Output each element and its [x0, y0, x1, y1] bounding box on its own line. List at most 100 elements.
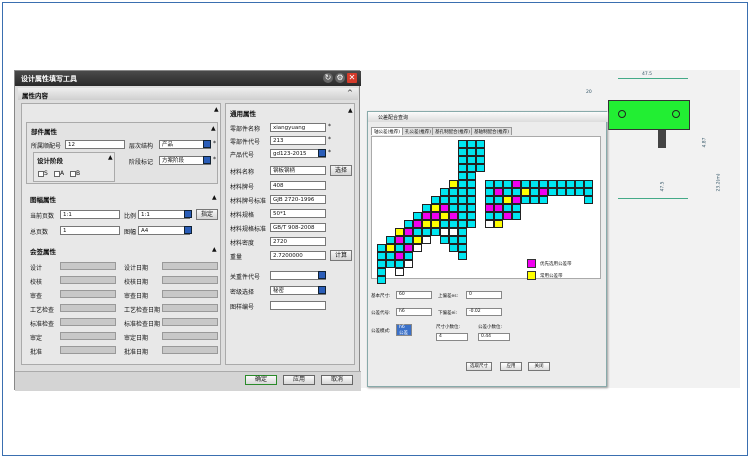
left-collapse-icon[interactable]: ▲ — [214, 106, 219, 113]
tolerance-cell[interactable] — [512, 212, 521, 220]
sign-date-field[interactable] — [162, 304, 218, 312]
grade-std-input[interactable]: GJB 2720-1996 — [270, 195, 326, 204]
sign-date-field[interactable] — [162, 276, 218, 284]
tolerance-cell[interactable] — [476, 140, 485, 148]
fit-apply-button[interactable]: 应用 — [500, 362, 522, 371]
gear-icon[interactable]: ⚙ — [335, 73, 345, 83]
tolerance-cell[interactable] — [422, 236, 431, 244]
drawing-collapse-icon[interactable]: ▲ — [212, 194, 217, 201]
tolerance-cell[interactable] — [449, 204, 458, 212]
tolerance-cell[interactable] — [431, 196, 440, 204]
tolerance-cell[interactable] — [377, 244, 386, 252]
tolerance-cell[interactable] — [440, 212, 449, 220]
tolerance-cell[interactable] — [431, 228, 440, 236]
tolerance-cell[interactable] — [431, 204, 440, 212]
tolerance-cell[interactable] — [413, 212, 422, 220]
tolerance-cell[interactable] — [467, 140, 476, 148]
tolerance-cell[interactable] — [584, 180, 593, 188]
apply-button[interactable]: 应用 — [283, 375, 315, 385]
sign-collapse-icon[interactable]: ▲ — [212, 246, 217, 253]
tolerance-cell[interactable] — [503, 180, 512, 188]
select-size-button[interactable]: 选取尺寸 — [466, 362, 492, 371]
sign-name-field[interactable] — [60, 346, 116, 354]
basic-size-input[interactable]: 60 — [396, 291, 432, 299]
tolerance-cell[interactable] — [557, 188, 566, 196]
sign-name-field[interactable] — [60, 318, 116, 326]
tolerance-cell[interactable] — [458, 156, 467, 164]
tolerance-cell[interactable] — [422, 212, 431, 220]
tolerance-cell[interactable] — [404, 220, 413, 228]
tolerance-cell[interactable] — [377, 276, 386, 284]
fit-close-button[interactable]: 关闭 — [528, 362, 550, 371]
sign-date-field[interactable] — [162, 290, 218, 298]
tolerance-cell[interactable] — [494, 188, 503, 196]
tolerance-cell[interactable] — [377, 268, 386, 276]
tolerance-cell[interactable] — [584, 196, 593, 204]
tolerance-cell[interactable] — [395, 228, 404, 236]
tolerance-cell[interactable] — [413, 220, 422, 228]
stage-checkbox-b[interactable]: B — [70, 170, 80, 177]
tolerance-cell[interactable] — [584, 188, 593, 196]
tolerance-cell[interactable] — [467, 220, 476, 228]
tolerance-cell[interactable] — [458, 140, 467, 148]
tolerance-cell[interactable] — [512, 188, 521, 196]
figure-no-input[interactable] — [270, 301, 326, 310]
tolerance-cell[interactable] — [377, 252, 386, 260]
tolerance-cell[interactable] — [458, 220, 467, 228]
level-dropdown-icon[interactable] — [203, 140, 211, 148]
tab-shaft-basis[interactable]: 基轴制配合(推荐) — [471, 127, 513, 135]
tolerance-cell[interactable] — [530, 188, 539, 196]
tolerance-cell[interactable] — [575, 188, 584, 196]
upper-dev-input[interactable]: 0 — [466, 291, 502, 299]
ok-button[interactable]: 确定 — [245, 375, 277, 385]
tolerance-cell[interactable] — [575, 180, 584, 188]
tolerance-cell[interactable] — [440, 196, 449, 204]
tolerance-cell[interactable] — [512, 204, 521, 212]
lower-dev-input[interactable]: -0.02 — [466, 308, 502, 316]
sign-date-field[interactable] — [162, 332, 218, 340]
tolerance-cell[interactable] — [485, 188, 494, 196]
tolerance-cell[interactable] — [440, 228, 449, 236]
tolerance-cell[interactable] — [539, 180, 548, 188]
tolerance-cell[interactable] — [467, 196, 476, 204]
tolerance-cell[interactable] — [494, 204, 503, 212]
refresh-icon[interactable]: ↻ — [323, 73, 333, 83]
cur-page-input[interactable]: 1:1 — [60, 210, 120, 219]
tolerance-cell[interactable] — [476, 148, 485, 156]
tolerance-cell[interactable] — [476, 156, 485, 164]
tolerance-cell[interactable] — [548, 180, 557, 188]
tolerance-cell[interactable] — [521, 188, 530, 196]
tolerance-cell[interactable] — [449, 188, 458, 196]
tolerance-cell[interactable] — [386, 252, 395, 260]
sign-date-field[interactable] — [162, 318, 218, 326]
close-icon[interactable]: ✕ — [347, 73, 357, 83]
tolerance-cell[interactable] — [485, 196, 494, 204]
tolerance-cell[interactable] — [458, 148, 467, 156]
tolerance-cell[interactable] — [494, 212, 503, 220]
density-input[interactable]: 2720 — [270, 237, 326, 246]
tolerance-cell[interactable] — [539, 188, 548, 196]
tolerance-cell[interactable] — [449, 220, 458, 228]
code-input[interactable]: h6 — [396, 308, 432, 316]
tolerance-cell[interactable] — [395, 252, 404, 260]
size-select[interactable]: A4 — [138, 226, 190, 235]
tolerance-cell[interactable] — [458, 196, 467, 204]
tolerance-cell[interactable] — [467, 180, 476, 188]
tolerance-cell[interactable] — [503, 212, 512, 220]
tolerance-cell[interactable] — [458, 180, 467, 188]
tolerance-cell[interactable] — [413, 228, 422, 236]
tab-hole[interactable]: 孔公差(推荐) — [402, 127, 435, 135]
sys-id-input[interactable]: 12 — [65, 140, 125, 149]
tolerance-cell[interactable] — [386, 260, 395, 268]
part-name-input[interactable]: xiangyuang — [270, 123, 326, 132]
tolerance-cell[interactable] — [566, 188, 575, 196]
tolerance-cell[interactable] — [422, 228, 431, 236]
tolerance-cell[interactable] — [404, 236, 413, 244]
stage-collapse-icon[interactable]: ▲ — [108, 154, 113, 161]
tolerance-cell[interactable] — [449, 236, 458, 244]
sign-name-field[interactable] — [60, 290, 116, 298]
tolerance-cell[interactable] — [530, 180, 539, 188]
tolerance-cell[interactable] — [494, 180, 503, 188]
header-chevron-icon[interactable]: ^ — [347, 89, 353, 97]
tolerance-cell[interactable] — [449, 180, 458, 188]
